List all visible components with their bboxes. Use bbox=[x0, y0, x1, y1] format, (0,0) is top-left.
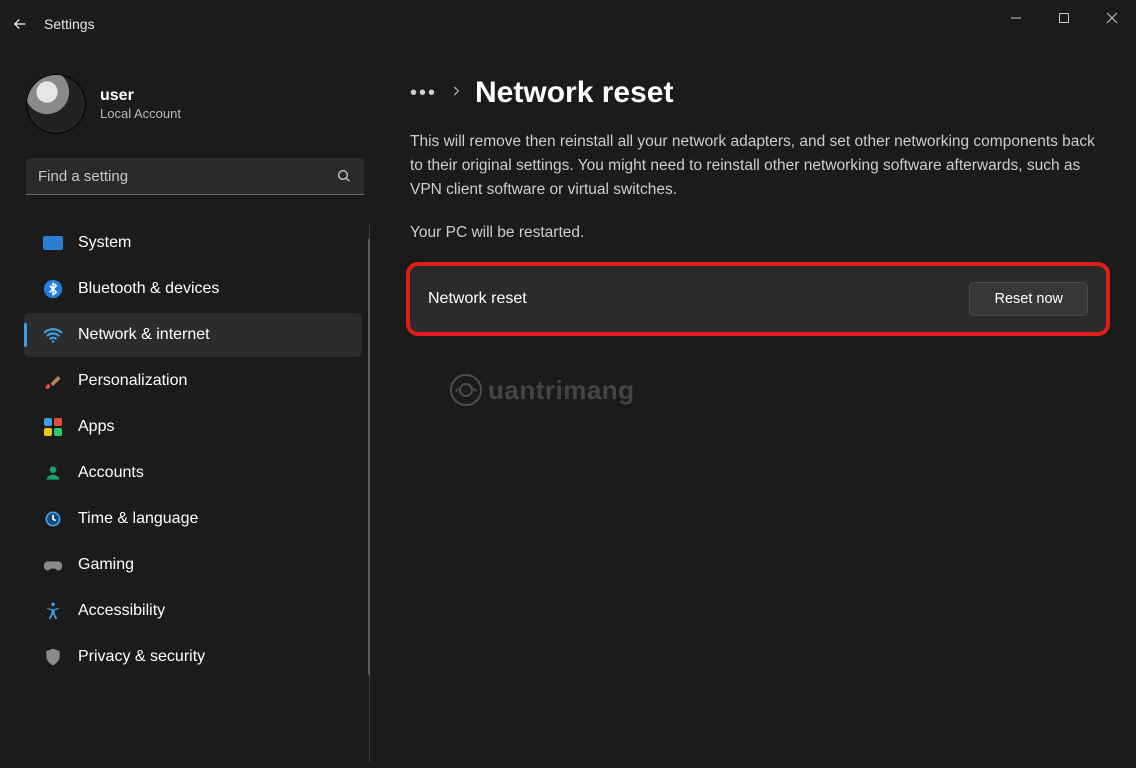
bluetooth-icon bbox=[42, 278, 64, 300]
sidebar-nav-wrap: System Bluetooth & devices Network & int… bbox=[20, 219, 370, 768]
title-bar: Settings bbox=[0, 0, 1136, 48]
restart-notice: Your PC will be restarted. bbox=[410, 224, 1106, 242]
sidebar-item-accounts[interactable]: Accounts bbox=[24, 451, 362, 495]
sidebar-item-label: Bluetooth & devices bbox=[78, 280, 219, 298]
system-icon bbox=[42, 232, 64, 254]
sidebar-item-label: Personalization bbox=[78, 372, 187, 390]
maximize-button[interactable] bbox=[1040, 0, 1088, 36]
sidebar-item-label: System bbox=[78, 234, 131, 252]
breadcrumb-overflow-button[interactable]: ••• bbox=[410, 82, 437, 105]
sidebar-item-personalization[interactable]: Personalization bbox=[24, 359, 362, 403]
sidebar-item-label: Accessibility bbox=[78, 602, 165, 620]
minimize-icon bbox=[1010, 12, 1022, 24]
window-controls bbox=[992, 0, 1136, 36]
gamepad-icon bbox=[42, 554, 64, 576]
back-button[interactable] bbox=[0, 0, 40, 48]
page-title: Network reset bbox=[475, 76, 673, 110]
profile-labels: user Local Account bbox=[100, 86, 181, 122]
card-label: Network reset bbox=[428, 290, 527, 308]
sidebar-item-label: Network & internet bbox=[78, 326, 210, 344]
sidebar-item-privacy[interactable]: Privacy & security bbox=[24, 635, 362, 679]
sidebar: user Local Account System Bluet bbox=[0, 48, 370, 768]
arrow-left-icon bbox=[11, 15, 29, 33]
sidebar-item-label: Accounts bbox=[78, 464, 144, 482]
breadcrumb: ••• Network reset bbox=[410, 76, 1106, 110]
sidebar-item-system[interactable]: System bbox=[24, 221, 362, 265]
sidebar-item-label: Privacy & security bbox=[78, 648, 205, 666]
sidebar-item-apps[interactable]: Apps bbox=[24, 405, 362, 449]
chevron-right-icon bbox=[449, 84, 463, 103]
reset-now-button[interactable]: Reset now bbox=[969, 282, 1088, 316]
search-box[interactable] bbox=[26, 158, 364, 195]
shield-icon bbox=[42, 646, 64, 668]
search-icon bbox=[334, 166, 354, 186]
sidebar-item-gaming[interactable]: Gaming bbox=[24, 543, 362, 587]
close-button[interactable] bbox=[1088, 0, 1136, 36]
accessibility-icon bbox=[42, 600, 64, 622]
search-input[interactable] bbox=[36, 167, 334, 186]
sidebar-item-time-language[interactable]: Time & language bbox=[24, 497, 362, 541]
person-icon bbox=[42, 462, 64, 484]
page-description: This will remove then reinstall all your… bbox=[410, 130, 1106, 202]
sidebar-item-label: Time & language bbox=[78, 510, 198, 528]
maximize-icon bbox=[1058, 12, 1070, 24]
app-title: Settings bbox=[44, 16, 95, 32]
profile-username: user bbox=[100, 86, 181, 106]
minimize-button[interactable] bbox=[992, 0, 1040, 36]
avatar bbox=[26, 74, 86, 134]
sidebar-item-label: Gaming bbox=[78, 556, 134, 574]
apps-icon bbox=[42, 416, 64, 438]
paintbrush-icon bbox=[42, 370, 64, 392]
profile-account-type: Local Account bbox=[100, 106, 181, 122]
close-icon bbox=[1106, 12, 1118, 24]
content-area: ••• Network reset This will remove then … bbox=[370, 48, 1136, 768]
sidebar-item-bluetooth[interactable]: Bluetooth & devices bbox=[24, 267, 362, 311]
sidebar-item-label: Apps bbox=[78, 418, 114, 436]
network-reset-card: Network reset Reset now bbox=[410, 266, 1106, 332]
sidebar-item-accessibility[interactable]: Accessibility bbox=[24, 589, 362, 633]
sidebar-nav: System Bluetooth & devices Network & int… bbox=[20, 219, 370, 768]
profile-block[interactable]: user Local Account bbox=[26, 74, 364, 134]
clock-globe-icon bbox=[42, 508, 64, 530]
wifi-icon bbox=[42, 324, 64, 346]
sidebar-item-network[interactable]: Network & internet bbox=[24, 313, 362, 357]
